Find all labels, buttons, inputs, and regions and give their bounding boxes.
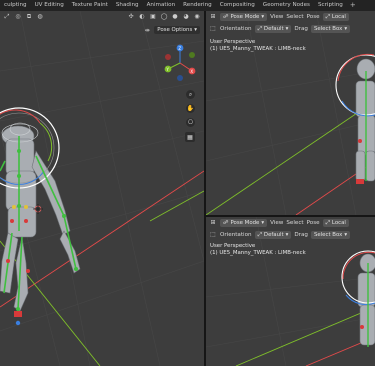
object-info: (1) UE5_Manny_TWEAK : LIMB-neck <box>210 46 306 52</box>
transform-space-dropdown[interactable]: ⤢ Local <box>322 12 349 21</box>
y-axis-line <box>206 100 375 215</box>
mode-dropdown[interactable]: ☍ Pose Mode ▾ <box>220 12 268 21</box>
right-bottom-header: ⊞ ☍ Pose Mode ▾ View Select Pose ⤢ Local <box>206 217 375 228</box>
symmetry-icon[interactable]: ⇹ <box>143 26 151 34</box>
right-bottom-tool-header: ⬚ Orientation ⤢ Default ▾ Drag Select Box ▾ <box>206 229 375 240</box>
workspace-tab-uv-editing[interactable]: UV Editing <box>31 0 68 11</box>
camera-icon[interactable]: ⎔ <box>186 118 195 127</box>
gizmo-x-label: X <box>190 69 193 74</box>
ortho-grid-icon[interactable]: ▦ <box>185 132 195 142</box>
menu-view[interactable]: View <box>270 14 283 20</box>
add-workspace-button[interactable]: + <box>347 0 359 11</box>
pivot-icon[interactable]: ◎ <box>14 13 22 21</box>
menu-pose[interactable]: Pose <box>307 220 320 226</box>
select-tool-icon[interactable]: ⬚ <box>209 25 217 33</box>
editor-type-icon[interactable]: ⊞ <box>209 219 217 227</box>
wireframe-shading-icon[interactable]: ◯ <box>160 13 168 21</box>
gizmo-y-label: Y <box>165 67 169 72</box>
viewport-left[interactable]: ⤢ ◎ ⧉ ◍ ✣ ◐ ▣ ◯ ● ◕ ◉ ⇹ Pose Options ▾ Z … <box>0 11 204 366</box>
workspace-tab-shading[interactable]: Shading <box>112 0 143 11</box>
workspace-tab-animation[interactable]: Animation <box>143 0 180 11</box>
character-mesh-right-bottom[interactable] <box>357 253 375 346</box>
foot-markers <box>15 320 21 326</box>
workspace-tab-geometry-nodes[interactable]: Geometry Nodes <box>259 0 314 11</box>
object-info: (1) UE5_Manny_TWEAK : LIMB-neck <box>210 250 306 256</box>
rendered-shading-icon[interactable]: ◉ <box>193 13 201 21</box>
character-mesh[interactable] <box>0 125 81 312</box>
gizmo-z-label: Z <box>178 46 181 51</box>
workspace-tab-sculpting[interactable]: culpting <box>0 0 31 11</box>
rotate-x-arc[interactable] <box>0 109 41 124</box>
workspace-tab-compositing[interactable]: Compositing <box>216 0 259 11</box>
workspace-tab-bar: culpting UV Editing Texture Paint Shadin… <box>0 0 375 11</box>
transform-space-dropdown[interactable]: ⤢ Local <box>322 218 349 227</box>
select-tool-icon[interactable]: ⬚ <box>209 231 217 239</box>
y-axis-line <box>235 306 375 366</box>
orientation-dropdown[interactable]: ⤢ Default ▾ <box>254 24 292 33</box>
menu-pose[interactable]: Pose <box>307 14 320 20</box>
navigation-gizmo[interactable]: Z X Y <box>162 43 198 83</box>
mode-dropdown[interactable]: ☍ Pose Mode ▾ <box>220 218 268 227</box>
solid-shading-icon[interactable]: ● <box>171 13 179 21</box>
pose-options-dropdown[interactable]: Pose Options ▾ <box>154 26 200 34</box>
viewport-right-top[interactable]: ⊞ ☍ Pose Mode ▾ View Select Pose ⤢ Local ⬚ … <box>206 11 375 215</box>
editor-type-icon[interactable]: ⊞ <box>209 13 217 21</box>
y-axis-line-far <box>149 190 204 222</box>
left-viewport-header: ⤢ ◎ ⧉ ◍ ✣ ◐ ▣ ◯ ● ◕ ◉ <box>0 11 204 22</box>
orientation-label: Orientation <box>220 231 252 238</box>
workspace-tab-rendering[interactable]: Rendering <box>179 0 216 11</box>
drag-dropdown[interactable]: Select Box ▾ <box>310 230 351 239</box>
pose-options-bar: ⇹ Pose Options ▾ <box>143 26 200 34</box>
workspace-tab-scripting[interactable]: Scripting <box>314 0 347 11</box>
right-top-header: ⊞ ☍ Pose Mode ▾ View Select Pose ⤢ Local <box>206 11 375 22</box>
material-shading-icon[interactable]: ◕ <box>182 13 190 21</box>
ik-control[interactable] <box>360 325 364 329</box>
menu-select[interactable]: Select <box>286 14 303 20</box>
workspace-tab-texture-paint[interactable]: Texture Paint <box>68 0 112 11</box>
zoom-icon[interactable]: ⌕ <box>186 90 195 99</box>
orientation-dropdown[interactable]: ⤢ Default ▾ <box>254 230 292 239</box>
show-gizmo-icon[interactable]: ✣ <box>127 13 135 21</box>
orientation-icon[interactable]: ⤢ <box>3 13 11 21</box>
orientation-label: Orientation <box>220 25 252 32</box>
overlays-icon[interactable]: ◐ <box>138 13 146 21</box>
drag-label: Drag <box>294 25 308 32</box>
viewport-right-bottom[interactable]: ⊞ ☍ Pose Mode ▾ View Select Pose ⤢ Local ⬚ … <box>206 217 375 366</box>
snap-icon[interactable]: ⧉ <box>25 13 33 21</box>
pan-hand-icon[interactable]: ✋ <box>186 104 195 113</box>
xray-icon[interactable]: ▣ <box>149 13 157 21</box>
view-name: User Perspective <box>210 39 256 45</box>
menu-view[interactable]: View <box>270 220 283 226</box>
view-name: User Perspective <box>210 243 256 249</box>
proportional-icon[interactable]: ◍ <box>36 13 44 21</box>
right-top-tool-header: ⬚ Orientation ⤢ Default ▾ Drag Select Box ▾ <box>206 23 375 34</box>
drag-dropdown[interactable]: Select Box ▾ <box>310 24 351 33</box>
drag-label: Drag <box>294 231 308 238</box>
menu-select[interactable]: Select <box>286 220 303 226</box>
